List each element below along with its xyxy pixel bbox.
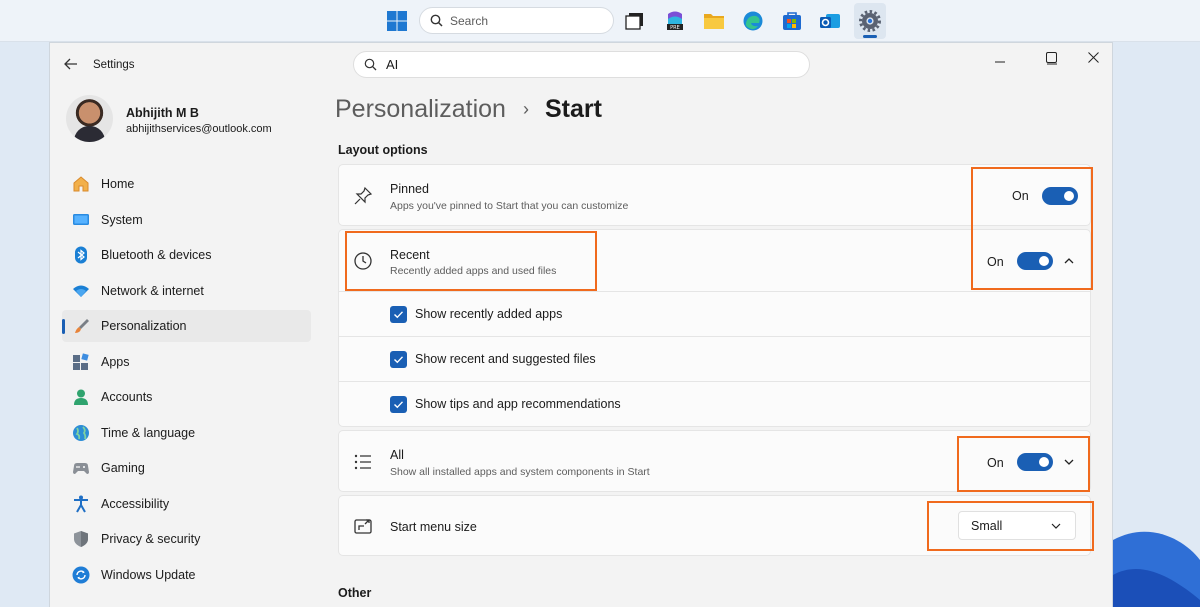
user-email: abhijithservices@outlook.com: [126, 123, 272, 135]
sidebar-item-label: System: [101, 212, 143, 227]
bluetooth-icon: [75, 246, 87, 264]
recent-toggle[interactable]: [1017, 252, 1053, 270]
sidebar-item-label: Gaming: [101, 461, 145, 475]
active-app-indicator: [863, 35, 877, 38]
list-item: Show recent and suggested files: [338, 337, 1091, 382]
start-menu-size-dropdown[interactable]: Small: [958, 511, 1076, 540]
sidebar-item-privacy[interactable]: Privacy & security: [62, 523, 311, 555]
sidebar-item-personalization[interactable]: Personalization: [62, 310, 311, 342]
sidebar-item-time-language[interactable]: Time & language: [62, 417, 311, 449]
recent-description: Recently added apps and used files: [390, 265, 557, 277]
dropdown-value: Small: [971, 518, 1003, 533]
menu-size-title: Start menu size: [390, 520, 477, 534]
menu-size-icon: [354, 519, 372, 534]
sidebar-item-gaming[interactable]: Gaming: [62, 452, 311, 484]
sidebar-item-network[interactable]: Network & internet: [62, 275, 311, 307]
outlook-icon[interactable]: [819, 10, 841, 32]
gaming-icon: [73, 463, 89, 474]
search-icon: [430, 14, 443, 27]
breadcrumb-separator: ›: [522, 99, 529, 119]
sidebar-item-label: Apps: [101, 354, 130, 369]
check-icon: [394, 356, 404, 364]
home-icon: [73, 176, 89, 192]
badge-text: PRE: [670, 25, 680, 31]
sidebar-item-label: Home: [101, 177, 135, 191]
show-recent-files-checkbox[interactable]: [390, 351, 407, 368]
option-label: Show recently added apps: [415, 307, 563, 321]
sidebar-item-label: Accounts: [101, 390, 153, 404]
brush-icon: [75, 319, 89, 333]
list-item: Show recently added apps: [338, 292, 1091, 337]
chevron-up-icon[interactable]: [1062, 254, 1076, 268]
sidebar-item-windows-update[interactable]: Windows Update: [62, 559, 311, 591]
taskbar-search-box[interactable]: Search: [419, 7, 614, 34]
edge-browser-icon[interactable]: [742, 10, 764, 32]
pinned-setting-card: Pinned Apps you've pinned to Start that …: [338, 164, 1091, 226]
sidebar-item-home[interactable]: Home: [62, 168, 311, 200]
sidebar-item-system[interactable]: System: [62, 204, 311, 236]
recent-setting-card[interactable]: Recent Recently added apps and used file…: [338, 229, 1091, 292]
all-toggle[interactable]: [1017, 453, 1053, 471]
section-other: Other: [338, 586, 372, 600]
option-label: Show recent and suggested files: [415, 352, 596, 366]
pin-icon: [354, 186, 373, 205]
accounts-icon: [74, 389, 88, 405]
option-label: Show tips and app recommendations: [415, 397, 621, 411]
chevron-down-icon: [1051, 523, 1061, 529]
window-content: Abhijith M B abhijithservices@outlook.co…: [49, 42, 1113, 607]
apps-icon: [73, 352, 89, 370]
section-layout-options: Layout options: [338, 143, 428, 157]
user-name: Abhijith M B: [126, 106, 199, 120]
chevron-down-icon[interactable]: [1062, 455, 1076, 469]
check-icon: [394, 311, 404, 319]
pinned-toggle-state: On: [1012, 189, 1029, 203]
settings-icon[interactable]: [859, 10, 881, 32]
sidebar-item-bluetooth[interactable]: Bluetooth & devices: [62, 239, 311, 271]
check-icon: [394, 401, 404, 409]
wifi-icon: [73, 285, 89, 297]
sidebar-item-label: Privacy & security: [101, 532, 201, 546]
update-icon: [72, 566, 90, 583]
globe-icon: [73, 424, 89, 441]
task-view-icon[interactable]: [624, 10, 646, 32]
all-toggle-state: On: [987, 456, 1004, 470]
all-description: Show all installed apps and system compo…: [390, 466, 650, 478]
sidebar-item-label: Network & internet: [101, 283, 204, 298]
show-recently-added-checkbox[interactable]: [390, 306, 407, 323]
taskbar: Search PRE: [0, 0, 1200, 42]
windows-start-icon[interactable]: [386, 10, 408, 32]
pinned-toggle[interactable]: [1042, 187, 1078, 205]
show-tips-checkbox[interactable]: [390, 396, 407, 413]
all-title: All: [390, 448, 404, 462]
copilot-365-icon[interactable]: PRE: [664, 10, 686, 32]
sidebar-item-label: Bluetooth & devices: [101, 248, 212, 262]
sidebar-item-label: Personalization: [101, 319, 187, 333]
sidebar-nav: Home System Bluetooth & devices Network …: [62, 168, 311, 594]
pinned-description: Apps you've pinned to Start that you can…: [390, 200, 629, 212]
clock-icon: [354, 252, 372, 270]
sidebar-item-label: Time & language: [101, 425, 196, 440]
microsoft-store-icon[interactable]: [781, 10, 803, 32]
all-apps-setting-card[interactable]: All Show all installed apps and system c…: [338, 430, 1091, 492]
avatar[interactable]: [66, 95, 113, 142]
shield-icon: [74, 531, 88, 547]
list-item: Show tips and app recommendations: [338, 382, 1091, 427]
list-icon: [354, 454, 371, 470]
system-icon: [73, 213, 89, 225]
sidebar-item-accessibility[interactable]: Accessibility: [62, 488, 311, 520]
breadcrumb-parent[interactable]: Personalization: [335, 95, 506, 124]
sidebar-item-label: Accessibility: [101, 496, 170, 511]
page-title: Start: [544, 95, 602, 123]
sidebar-item-label: Windows Update: [101, 567, 196, 582]
recent-title: Recent: [390, 248, 430, 262]
taskbar-search-placeholder: Search: [450, 13, 489, 28]
breadcrumb: Personalization › Start: [335, 95, 602, 124]
file-explorer-icon[interactable]: [703, 10, 725, 32]
avatar-body: [74, 126, 105, 142]
sidebar-item-apps[interactable]: Apps: [62, 346, 311, 378]
sidebar-item-accounts[interactable]: Accounts: [62, 381, 311, 413]
pinned-title: Pinned: [390, 182, 429, 196]
accessibility-icon: [74, 495, 88, 512]
recent-toggle-state: On: [987, 255, 1004, 269]
